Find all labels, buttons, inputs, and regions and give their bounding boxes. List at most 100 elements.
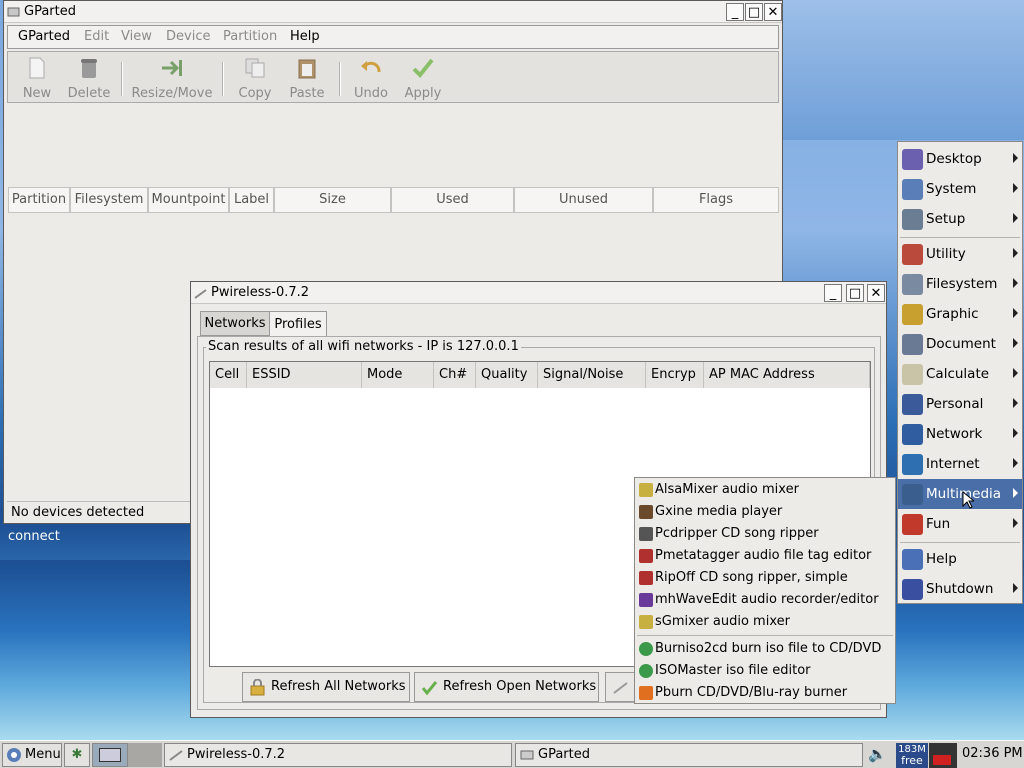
menu-item-label: Calculate [926, 366, 990, 382]
task-pwireless[interactable]: Pwireless-0.7.2 [164, 743, 512, 767]
multimedia-item-3[interactable]: Pcdripper CD song ripper [635, 523, 895, 545]
menu-item-shutdown[interactable]: Shutdown [898, 574, 1022, 604]
menu-gparted[interactable]: GParted [18, 29, 70, 44]
pwireless-titlebar[interactable]: Pwireless-0.7.2 _ □ ✕ [191, 282, 886, 304]
settings-launcher[interactable]: ✱ [64, 743, 90, 767]
resize-move-label: Resize/Move [131, 86, 213, 101]
pager-workspace-2[interactable] [128, 743, 162, 767]
col-unused[interactable]: Unused [514, 187, 653, 213]
multimedia-item-9[interactable]: ISOMaster iso file editor [635, 660, 895, 682]
multimedia-item-6[interactable]: mhWaveEdit audio recorder/editor [635, 589, 895, 611]
tag-icon [639, 549, 653, 563]
multimedia-item-10[interactable]: Pburn CD/DVD/Blu-ray burner [635, 682, 895, 704]
undo-button[interactable]: Undo [351, 56, 391, 101]
film-icon [639, 505, 653, 519]
tab-networks[interactable]: Networks [200, 311, 270, 336]
col-cell[interactable]: Cell [210, 362, 247, 388]
menu-item-label: Personal [926, 396, 984, 412]
submenu-arrow-icon [1013, 488, 1018, 498]
clock[interactable]: 02:36 PM [962, 746, 1023, 761]
menu-device[interactable]: Device [166, 29, 210, 44]
col-signal-noise[interactable]: Signal/Noise [538, 362, 646, 388]
menu-item-network[interactable]: Network [898, 419, 1022, 449]
menu-item-personal[interactable]: Personal [898, 389, 1022, 419]
menu-item-filesystem[interactable]: Filesystem [898, 269, 1022, 299]
multimedia-item-4[interactable]: Pmetatagger audio file tag editor [635, 545, 895, 567]
col-filesystem[interactable]: Filesystem [70, 187, 148, 213]
menu-item-system[interactable]: System [898, 174, 1022, 204]
shutdown-icon [902, 579, 923, 600]
speaker-icon [639, 615, 653, 629]
multimedia-item-2[interactable]: Gxine media player [635, 501, 895, 523]
col-label[interactable]: Label [229, 187, 274, 213]
copy-button[interactable]: Copy [235, 56, 275, 101]
col-used[interactable]: Used [391, 187, 514, 213]
submenu-arrow-icon [1013, 583, 1018, 593]
close-button[interactable]: ✕ [764, 3, 782, 21]
help-icon [902, 549, 923, 570]
menu-partition[interactable]: Partition [223, 29, 277, 44]
undo-icon [361, 61, 381, 73]
col-mode[interactable]: Mode [362, 362, 434, 388]
col-essid[interactable]: ESSID [247, 362, 362, 388]
menu-view[interactable]: View [121, 29, 152, 44]
close-button[interactable]: ✕ [867, 284, 885, 302]
menu-item-fun[interactable]: Fun [898, 509, 1022, 539]
refresh-open-networks-button[interactable]: Refresh Open Networks [414, 672, 599, 702]
desktop-pager[interactable] [92, 743, 128, 767]
menu-item-help[interactable]: Help [898, 544, 1022, 574]
pwireless-title: Pwireless-0.7.2 [211, 285, 310, 300]
trash-icon [81, 59, 97, 78]
menu-help[interactable]: Help [290, 29, 320, 44]
gparted-titlebar[interactable]: GParted _ □ ✕ [4, 1, 782, 23]
col-ap-mac[interactable]: AP MAC Address [704, 362, 870, 388]
paste-button[interactable]: Paste [287, 56, 327, 101]
lock-icon [250, 679, 265, 696]
gparted-menubar: GParted Edit View Device Partition Help [7, 25, 779, 49]
volume-icon[interactable]: 🔈 [868, 745, 888, 765]
submenu-arrow-icon [1013, 153, 1018, 163]
minimize-button[interactable]: _ [726, 3, 744, 21]
menu-item-desktop[interactable]: Desktop [898, 144, 1022, 174]
menu-item-calculate[interactable]: Calculate [898, 359, 1022, 389]
start-menu-button[interactable]: Menu [2, 743, 62, 767]
menu-item-document[interactable]: Document [898, 329, 1022, 359]
task-gparted[interactable]: GParted [515, 743, 863, 767]
menu-item-graphic[interactable]: Graphic [898, 299, 1022, 329]
refresh-all-networks-button[interactable]: Refresh All Networks [242, 672, 410, 702]
minimize-button[interactable]: _ [824, 284, 842, 302]
col-mountpoint[interactable]: Mountpoint [148, 187, 229, 213]
menu-item-setup[interactable]: Setup [898, 204, 1022, 234]
col-encryption[interactable]: Encryp [646, 362, 704, 388]
resize-move-button[interactable]: Resize/Move [130, 56, 214, 101]
menu-item-utility[interactable]: Utility [898, 239, 1022, 269]
multimedia-item-5[interactable]: RipOff CD song ripper, simple [635, 567, 895, 589]
menu-item-internet[interactable]: Internet [898, 449, 1022, 479]
delete-button[interactable]: Delete [66, 56, 112, 101]
maximize-button[interactable]: □ [846, 284, 864, 302]
menu-item-multimedia[interactable]: Multimedia [898, 479, 1022, 509]
network-monitor-icon[interactable] [929, 743, 957, 768]
tab-profiles[interactable]: Profiles [269, 311, 327, 336]
maximize-button[interactable]: □ [745, 3, 763, 21]
personal-icon [902, 394, 923, 415]
col-quality[interactable]: Quality [476, 362, 538, 388]
multimedia-item-label: Pcdripper CD song ripper [655, 526, 819, 541]
desktop-icon [902, 149, 923, 170]
menu-item-label: Utility [926, 246, 966, 262]
multimedia-item-7[interactable]: sGmixer audio mixer [635, 611, 895, 633]
col-size[interactable]: Size [274, 187, 391, 213]
copy-label: Copy [238, 86, 272, 101]
multimedia-item-label: sGmixer audio mixer [655, 614, 790, 629]
new-button[interactable]: New [20, 56, 54, 101]
col-flags[interactable]: Flags [653, 187, 779, 213]
apply-button[interactable]: Apply [402, 56, 444, 101]
multimedia-item-1[interactable]: AlsaMixer audio mixer [635, 479, 895, 501]
multimedia-item-8[interactable]: Burniso2cd burn iso file to CD/DVD [635, 638, 895, 660]
col-channel[interactable]: Ch# [434, 362, 476, 388]
submenu-arrow-icon [1013, 308, 1018, 318]
col-partition[interactable]: Partition [8, 187, 70, 213]
desktop-connect-label[interactable]: connect [8, 529, 60, 544]
menu-item-label: Setup [926, 211, 966, 227]
menu-edit[interactable]: Edit [84, 29, 109, 44]
